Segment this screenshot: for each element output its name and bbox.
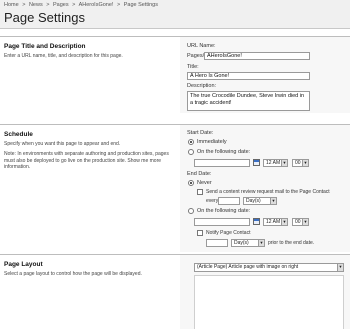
url-name-input[interactable]: AHeroIsGone! xyxy=(204,52,310,60)
start-following-label: On the following date: xyxy=(197,149,251,155)
breadcrumb-news[interactable]: News xyxy=(29,2,43,8)
description-textarea[interactable]: The true Crocodile Dundee, Steve Irwin d… xyxy=(187,91,310,111)
end-minute-value: 00 xyxy=(295,219,301,225)
start-following-radio[interactable] xyxy=(188,149,194,155)
breadcrumb-separator: > xyxy=(22,2,26,8)
breadcrumb-separator: > xyxy=(72,2,76,8)
end-following-label: On the following date: xyxy=(197,208,251,214)
start-minute-value: 00 xyxy=(295,160,301,166)
end-minute-select[interactable]: 00 ▼ xyxy=(292,218,309,226)
notify-interval-input[interactable] xyxy=(206,239,228,247)
end-following-radio[interactable] xyxy=(188,208,194,214)
section-description: Select a page layout to control how the … xyxy=(4,271,142,277)
breadcrumb-current: Page Settings xyxy=(123,2,158,8)
chevron-down-icon: ▼ xyxy=(281,160,287,166)
title-section-fields: URL Name: Pages/ AHeroIsGone! Title: A H… xyxy=(180,37,350,113)
title-input[interactable]: A Hero Is Gone! xyxy=(187,72,310,80)
breadcrumb-separator: > xyxy=(116,2,121,8)
end-never-radio[interactable] xyxy=(188,180,194,186)
every-label: every xyxy=(206,198,219,204)
end-never-label: Never xyxy=(197,180,212,186)
start-minute-select[interactable]: 00 ▼ xyxy=(292,159,309,167)
page-title: Page Settings xyxy=(4,10,85,25)
calendar-icon[interactable] xyxy=(253,218,260,225)
title-section: Page Title and Description Enter a URL n… xyxy=(0,36,350,113)
end-date-input[interactable] xyxy=(194,218,250,226)
notify-unit-select[interactable]: Day(s) ▼ xyxy=(231,239,265,247)
start-date-label: Start Date: xyxy=(187,130,214,136)
breadcrumb-pages[interactable]: Pages xyxy=(53,2,69,8)
chevron-down-icon: ▼ xyxy=(270,198,276,204)
page-header: Home > News > Pages > AHeroIsGone! > Pag… xyxy=(0,0,350,29)
chevron-down-icon: ▼ xyxy=(281,219,287,225)
chevron-down-icon: ▼ xyxy=(302,219,308,225)
section-heading: Page Layout xyxy=(4,261,43,268)
start-hour-value: 12 AM xyxy=(266,160,281,166)
end-hour-value: 12 AM xyxy=(266,219,281,225)
notify-contact-label: Notify Page Contact xyxy=(206,230,251,236)
title-section-info: Page Title and Description Enter a URL n… xyxy=(0,37,180,113)
section-heading: Schedule xyxy=(4,131,33,138)
breadcrumb-page[interactable]: AHeroIsGone! xyxy=(79,2,114,8)
notify-unit-value: Day(s) xyxy=(234,240,249,246)
schedule-section-fields: Start Date: Immediately On the following… xyxy=(180,125,350,252)
title-label: Title: xyxy=(187,64,199,70)
breadcrumb-separator: > xyxy=(46,2,50,8)
page-layout-select[interactable]: (Article Page) Article page with image o… xyxy=(194,263,344,272)
start-date-input[interactable] xyxy=(194,159,250,167)
review-unit-select[interactable]: Day(s) ▼ xyxy=(243,197,277,205)
start-immediately-radio[interactable] xyxy=(188,139,194,145)
url-label: URL Name: xyxy=(187,43,216,49)
start-immediately-label: Immediately xyxy=(197,139,227,145)
end-hour-select[interactable]: 12 AM ▼ xyxy=(263,218,288,226)
end-date-label: End Date: xyxy=(187,171,212,177)
layout-section-info: Page Layout Select a page layout to cont… xyxy=(0,255,180,329)
section-heading: Page Title and Description xyxy=(4,43,86,50)
review-unit-value: Day(s) xyxy=(246,198,261,204)
url-prefix: Pages/ xyxy=(187,53,205,59)
schedule-section: Schedule Specify when you want this page… xyxy=(0,124,350,252)
chevron-down-icon: ▼ xyxy=(302,160,308,166)
chevron-down-icon: ▼ xyxy=(258,240,264,246)
layout-preview xyxy=(194,275,344,329)
section-description: Specify when you want this page to appea… xyxy=(4,141,121,147)
page-layout-value: (Article Page) Article page with image o… xyxy=(197,264,299,270)
layout-section: Page Layout Select a page layout to cont… xyxy=(0,254,350,329)
chevron-down-icon: ▼ xyxy=(337,264,343,271)
breadcrumb: Home > News > Pages > AHeroIsGone! > Pag… xyxy=(4,2,160,8)
section-description: Enter a URL name, title, and description… xyxy=(4,53,123,59)
start-hour-select[interactable]: 12 AM ▼ xyxy=(263,159,288,167)
notify-suffix: prior to the end date. xyxy=(268,240,315,246)
notify-contact-checkbox[interactable] xyxy=(197,230,203,236)
review-interval-input[interactable] xyxy=(218,197,240,205)
description-label: Description: xyxy=(187,83,217,89)
calendar-icon[interactable] xyxy=(253,159,260,166)
schedule-section-info: Schedule Specify when you want this page… xyxy=(0,125,180,252)
review-request-label: Send a content review request mail to th… xyxy=(206,189,330,195)
layout-section-fields: (Article Page) Article page with image o… xyxy=(180,255,350,329)
schedule-note: Note: In environments with separate auth… xyxy=(4,151,169,170)
breadcrumb-home[interactable]: Home xyxy=(4,2,19,8)
review-request-checkbox[interactable] xyxy=(197,189,203,195)
